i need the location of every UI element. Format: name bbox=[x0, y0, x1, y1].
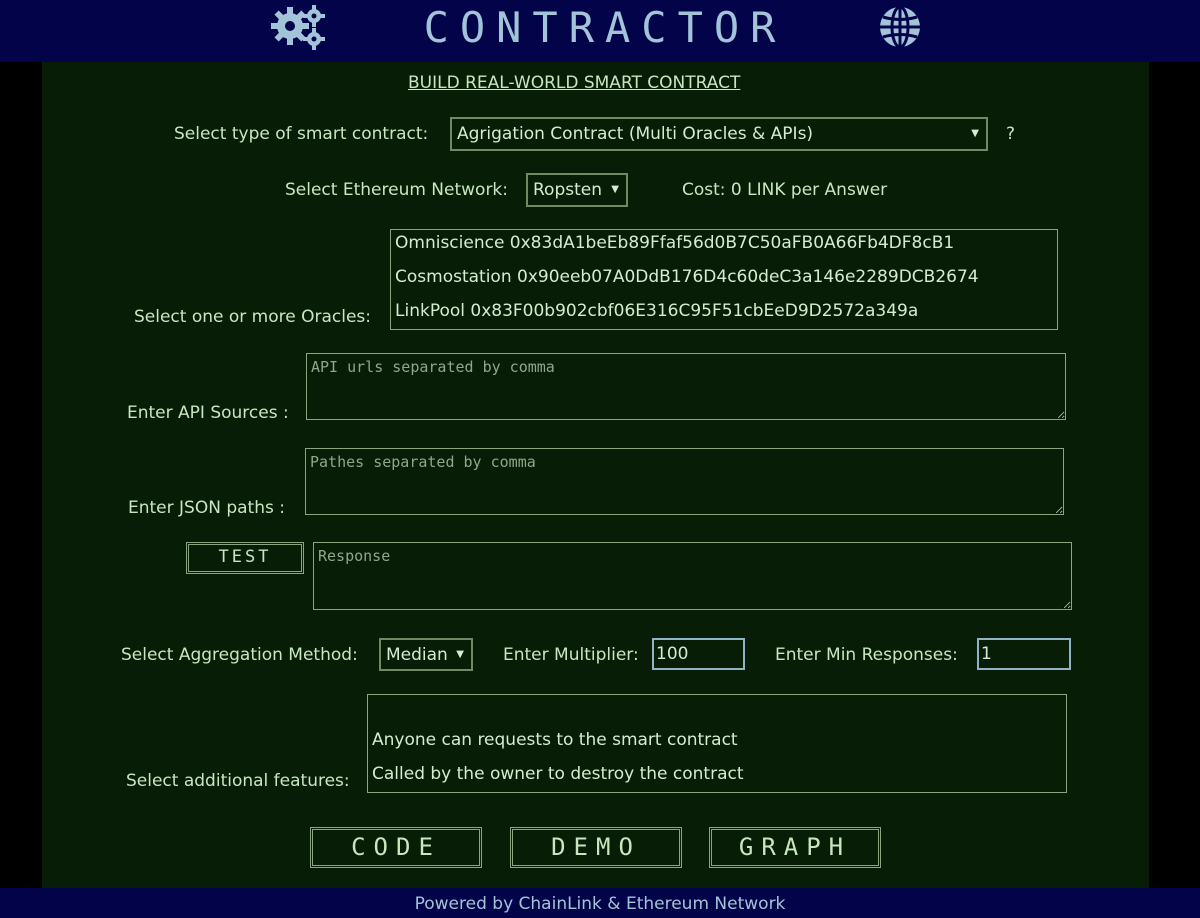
contract-type-value: Agrigation Contract (Multi Oracles & API… bbox=[457, 124, 814, 144]
network-select[interactable]: Ropsten ▼ bbox=[526, 173, 628, 207]
network-value: Ropsten bbox=[533, 180, 602, 200]
graph-button[interactable]: GRAPH bbox=[709, 827, 881, 868]
test-button[interactable]: TEST bbox=[186, 542, 304, 574]
api-sources-input[interactable] bbox=[306, 353, 1066, 420]
gears-icon bbox=[271, 5, 325, 50]
features-listbox[interactable]: Anyone can requests to the smart contrac… bbox=[367, 694, 1067, 793]
page-heading: BUILD REAL-WORLD SMART CONTRACT bbox=[408, 73, 741, 93]
footer: Powered by ChainLink & Ethereum Network bbox=[0, 888, 1200, 918]
chevron-down-icon: ▼ bbox=[611, 184, 619, 195]
response-output[interactable] bbox=[313, 542, 1072, 610]
feature-option-public-requests[interactable]: Anyone can requests to the smart contrac… bbox=[372, 730, 738, 750]
aggregation-label: Select Aggregation Method: bbox=[121, 645, 358, 665]
json-paths-input[interactable] bbox=[305, 448, 1064, 515]
oracle-option-cosmostation[interactable]: Cosmostation 0x90eeb07A0DdB176D4c60deC3a… bbox=[395, 267, 979, 287]
contract-type-label: Select type of smart contract: bbox=[174, 124, 429, 144]
multiplier-input[interactable] bbox=[652, 638, 745, 670]
cost-text: Cost: 0 LINK per Answer bbox=[682, 180, 888, 200]
demo-button[interactable]: DEMO bbox=[510, 827, 682, 868]
help-icon[interactable]: ? bbox=[1006, 124, 1015, 144]
header-bar: CONTRACTOR bbox=[0, 0, 1200, 62]
aggregation-select[interactable]: Median ▼ bbox=[379, 638, 473, 671]
contract-type-select[interactable]: Agrigation Contract (Multi Oracles & API… bbox=[450, 117, 988, 151]
oracles-label: Select one or more Oracles: bbox=[134, 307, 372, 327]
features-label: Select additional features: bbox=[126, 771, 350, 791]
api-sources-label: Enter API Sources : bbox=[127, 403, 289, 423]
oracle-option-omniscience[interactable]: Omniscience 0x83dA1beEb89Ffaf56d0B7C50aF… bbox=[395, 233, 954, 253]
chevron-down-icon: ▼ bbox=[971, 128, 979, 139]
min-responses-input[interactable] bbox=[977, 638, 1071, 670]
oracles-listbox[interactable]: Omniscience 0x83dA1beEb89Ffaf56d0B7C50aF… bbox=[390, 229, 1058, 330]
min-responses-label: Enter Min Responses: bbox=[775, 645, 958, 665]
chevron-down-icon: ▼ bbox=[456, 649, 464, 660]
globe-icon bbox=[880, 5, 920, 49]
network-label: Select Ethereum Network: bbox=[285, 180, 509, 200]
feature-option-self-destruct[interactable]: Called by the owner to destroy the contr… bbox=[372, 764, 744, 784]
code-button[interactable]: CODE bbox=[310, 827, 482, 868]
aggregation-value: Median bbox=[386, 645, 448, 665]
multiplier-label: Enter Multiplier: bbox=[503, 645, 639, 665]
json-paths-label: Enter JSON paths : bbox=[128, 498, 285, 518]
oracle-option-linkpool[interactable]: LinkPool 0x83F00b902cbf06E316C95F51cbEeD… bbox=[395, 301, 918, 321]
app-title: CONTRACTOR bbox=[423, 3, 787, 52]
